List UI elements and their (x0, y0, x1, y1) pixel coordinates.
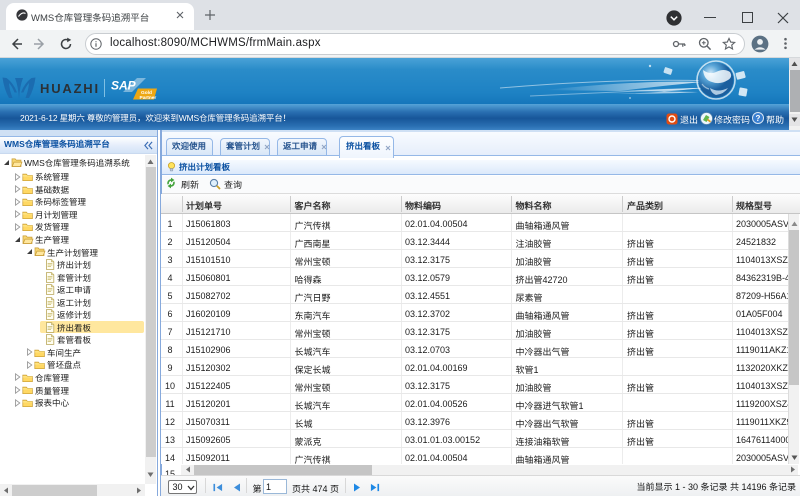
svg-text:SAP: SAP (111, 79, 137, 93)
svg-text:?: ? (756, 114, 761, 123)
svg-text:Partner: Partner (140, 95, 157, 101)
